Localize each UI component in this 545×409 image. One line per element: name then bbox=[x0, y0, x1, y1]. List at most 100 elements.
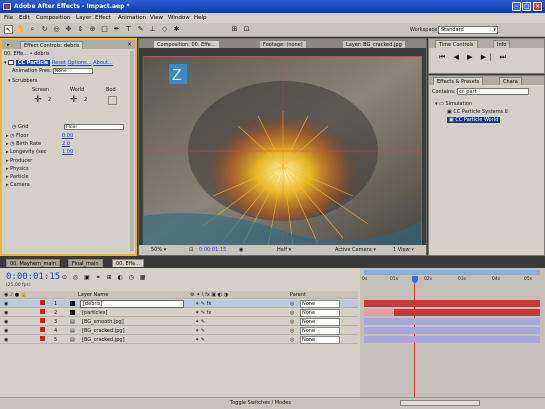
zoom-slider[interactable] bbox=[400, 400, 480, 406]
rotate-tool-icon[interactable]: ↻ bbox=[40, 25, 49, 34]
text-tool-icon[interactable]: T bbox=[124, 25, 133, 34]
table-row[interactable]: ◉ 1 [debris] ✶ ✎ fx ◎ None bbox=[0, 300, 358, 308]
menu-animation[interactable]: Animation bbox=[118, 14, 146, 22]
track-z-camera-icon[interactable]: ⇕ bbox=[76, 25, 85, 34]
layer-bar-debris[interactable] bbox=[364, 300, 540, 307]
camera-snapshot-icon[interactable]: ◉ bbox=[239, 245, 243, 255]
eye-icon[interactable]: ◉ bbox=[4, 300, 8, 308]
layer-switches-icon[interactable]: ✶ ✎ bbox=[195, 336, 205, 344]
layer-name[interactable]: [BG_cracked.jpg] bbox=[82, 327, 125, 335]
layer-bar-bg-cracked-2[interactable] bbox=[364, 336, 540, 343]
layer-bar-bg-smooth[interactable] bbox=[364, 318, 540, 325]
zoom-tool-icon[interactable]: ⌕ bbox=[28, 25, 37, 34]
table-row[interactable]: ◉ 2 [particles] ✶ ✎ fx ◎ None bbox=[0, 309, 358, 317]
menu-composition[interactable]: Composition bbox=[36, 14, 70, 22]
table-row[interactable]: ◉ 4 ▤ [BG_cracked.jpg] ✶ ✎ ◎ None bbox=[0, 327, 358, 335]
eye-icon[interactable]: ◉ bbox=[4, 336, 8, 344]
selection-tool-icon[interactable]: ↖ bbox=[4, 25, 13, 34]
tab-effects-comp[interactable]: 00. Effe... bbox=[112, 259, 144, 267]
table-row[interactable]: ◉ 5 ▤ [BG_cracked.jpg] ✶ ✎ ◎ None bbox=[0, 336, 358, 344]
particle-group[interactable]: ▸ Particle bbox=[6, 174, 139, 181]
tab-info[interactable]: Info bbox=[493, 40, 511, 48]
menu-edit[interactable]: Edit bbox=[19, 14, 30, 22]
producer-group[interactable]: ▸ Producer bbox=[6, 158, 139, 165]
tab-effect-controls[interactable]: Effect Controls: debris bbox=[20, 41, 84, 49]
eraser-tool-icon[interactable]: ◇ bbox=[160, 25, 169, 34]
eye-icon[interactable]: ◉ bbox=[4, 327, 8, 335]
menu-file[interactable]: File bbox=[4, 14, 13, 22]
birth-rate-value[interactable]: 2.0 bbox=[62, 141, 70, 148]
parent-dropdown[interactable]: None bbox=[300, 327, 340, 335]
tab-final-main[interactable]: Final_main bbox=[68, 259, 103, 267]
eye-icon[interactable]: ◉ bbox=[4, 318, 8, 326]
stopwatch-icon[interactable]: ◷ bbox=[12, 124, 16, 130]
parent-pickwhip-icon[interactable]: ◎ bbox=[290, 327, 294, 335]
current-time-display[interactable]: 0:00:01:15 bbox=[6, 272, 60, 282]
table-row[interactable]: ◉ 3 ▤ [BG_smooth.jpg] ✶ ✎ ◎ None bbox=[0, 318, 358, 326]
layer-switches-icon[interactable]: ✶ ✎ fx bbox=[195, 309, 211, 317]
scrubbers-group[interactable]: ▾ Scrubbers bbox=[8, 78, 141, 85]
tab-effects-presets[interactable]: Effects & Presets bbox=[433, 77, 484, 85]
pan-behind-icon[interactable]: ⊕ bbox=[88, 25, 97, 34]
layer-bar-particles[interactable] bbox=[394, 309, 540, 316]
axis-mode-icon[interactable]: ⊞ bbox=[230, 25, 239, 34]
zoom-dropdown[interactable]: 50% ▾ bbox=[151, 245, 166, 255]
menu-effect[interactable]: Effect bbox=[95, 14, 111, 22]
composition-viewer[interactable]: Z bbox=[143, 56, 422, 247]
resolution-dropdown[interactable]: Half ▾ bbox=[277, 245, 291, 255]
scrub-screen-icon[interactable]: ✛ bbox=[34, 95, 42, 105]
layer-name[interactable]: [particles] bbox=[82, 309, 107, 317]
grid-dropdown[interactable]: Floor bbox=[64, 124, 124, 130]
reset-link[interactable]: Reset bbox=[52, 60, 66, 66]
tab-mayhem-main[interactable]: 00. Mayhem_main bbox=[6, 259, 60, 267]
parent-pickwhip-icon[interactable]: ◎ bbox=[290, 336, 294, 344]
scrub-bod-icon[interactable] bbox=[108, 96, 117, 105]
fx-scrollbar[interactable] bbox=[130, 51, 134, 251]
close-button[interactable]: × bbox=[533, 2, 542, 11]
longevity-value[interactable]: 1.00 bbox=[62, 149, 73, 156]
parent-dropdown[interactable]: None bbox=[300, 300, 340, 308]
tab-footage[interactable]: Footage: (none) bbox=[259, 40, 307, 48]
parent-pickwhip-icon[interactable]: ◎ bbox=[290, 300, 294, 308]
parent-dropdown[interactable]: None bbox=[300, 309, 340, 317]
world-axis-icon[interactable]: ⊡ bbox=[242, 25, 251, 34]
menu-window[interactable]: Window bbox=[168, 14, 190, 22]
tab-character[interactable]: Chara bbox=[499, 77, 522, 85]
preset-item-particle-world[interactable]: ▣ CC Particle World bbox=[447, 117, 501, 123]
scrub-world-icon[interactable]: ✛ bbox=[70, 95, 78, 105]
layer-name[interactable]: [debris] bbox=[80, 300, 184, 308]
about-link[interactable]: About... bbox=[93, 60, 113, 66]
camera-group[interactable]: ▸ Camera bbox=[6, 182, 139, 189]
clone-stamp-icon[interactable]: ⊥ bbox=[148, 25, 157, 34]
puppet-tool-icon[interactable]: ✱ bbox=[172, 25, 181, 34]
fx-toggle-icon[interactable] bbox=[8, 60, 15, 65]
workspace-dropdown[interactable]: Standard ▾ bbox=[438, 26, 498, 34]
timeline-switches[interactable]: ⊙ ◎ ▣ ⚭ ⊞ ◐ ◷ ▦ bbox=[62, 274, 147, 281]
menu-layer[interactable]: Layer bbox=[76, 14, 91, 22]
track-xy-camera-icon[interactable]: ✥ bbox=[64, 25, 73, 34]
contains-search-input[interactable]: cc part bbox=[457, 88, 530, 95]
floor-value[interactable]: 0.00 bbox=[62, 133, 73, 140]
parent-pickwhip-icon[interactable]: ◎ bbox=[290, 309, 294, 317]
tab-layer[interactable]: Layer: BG_cracked.jpg bbox=[342, 40, 406, 48]
minimize-button[interactable]: – bbox=[512, 2, 521, 11]
toggle-switches-modes[interactable]: Toggle Switches / Modes bbox=[230, 400, 291, 406]
menu-view[interactable]: View bbox=[150, 14, 163, 22]
layer-name[interactable]: [BG_cracked.jpg] bbox=[82, 336, 125, 344]
snapshot-icon[interactable]: ⊡ bbox=[189, 245, 193, 255]
parent-dropdown[interactable]: None bbox=[300, 336, 340, 344]
playback-buttons[interactable]: ⏮ ◀ ▶ ▶| ⏭ bbox=[439, 53, 509, 62]
rectangle-mask-icon[interactable]: □ bbox=[100, 25, 109, 34]
comp-timecode[interactable]: 0:00:01:15 bbox=[199, 245, 226, 255]
eye-icon[interactable]: ◉ bbox=[4, 309, 8, 317]
menu-help[interactable]: Help bbox=[194, 14, 207, 22]
tab-composition[interactable]: Composition: 00. Effe... bbox=[153, 40, 220, 48]
layer-name[interactable]: [BG_smooth.jpg] bbox=[82, 318, 124, 326]
time-ruler[interactable]: 0s 01s 02s 03s 04s 05s bbox=[360, 277, 545, 287]
options-link[interactable]: Options... bbox=[67, 60, 91, 66]
timeline-graph-area[interactable]: 0s 01s 02s 03s 04s 05s bbox=[360, 268, 545, 409]
views-dropdown[interactable]: 1 View ▾ bbox=[393, 245, 414, 255]
animation-presets-dropdown[interactable]: None bbox=[52, 68, 93, 74]
expand-triangle-icon[interactable]: ▾ bbox=[4, 60, 7, 66]
layer-bar-bg-cracked[interactable] bbox=[364, 327, 540, 334]
